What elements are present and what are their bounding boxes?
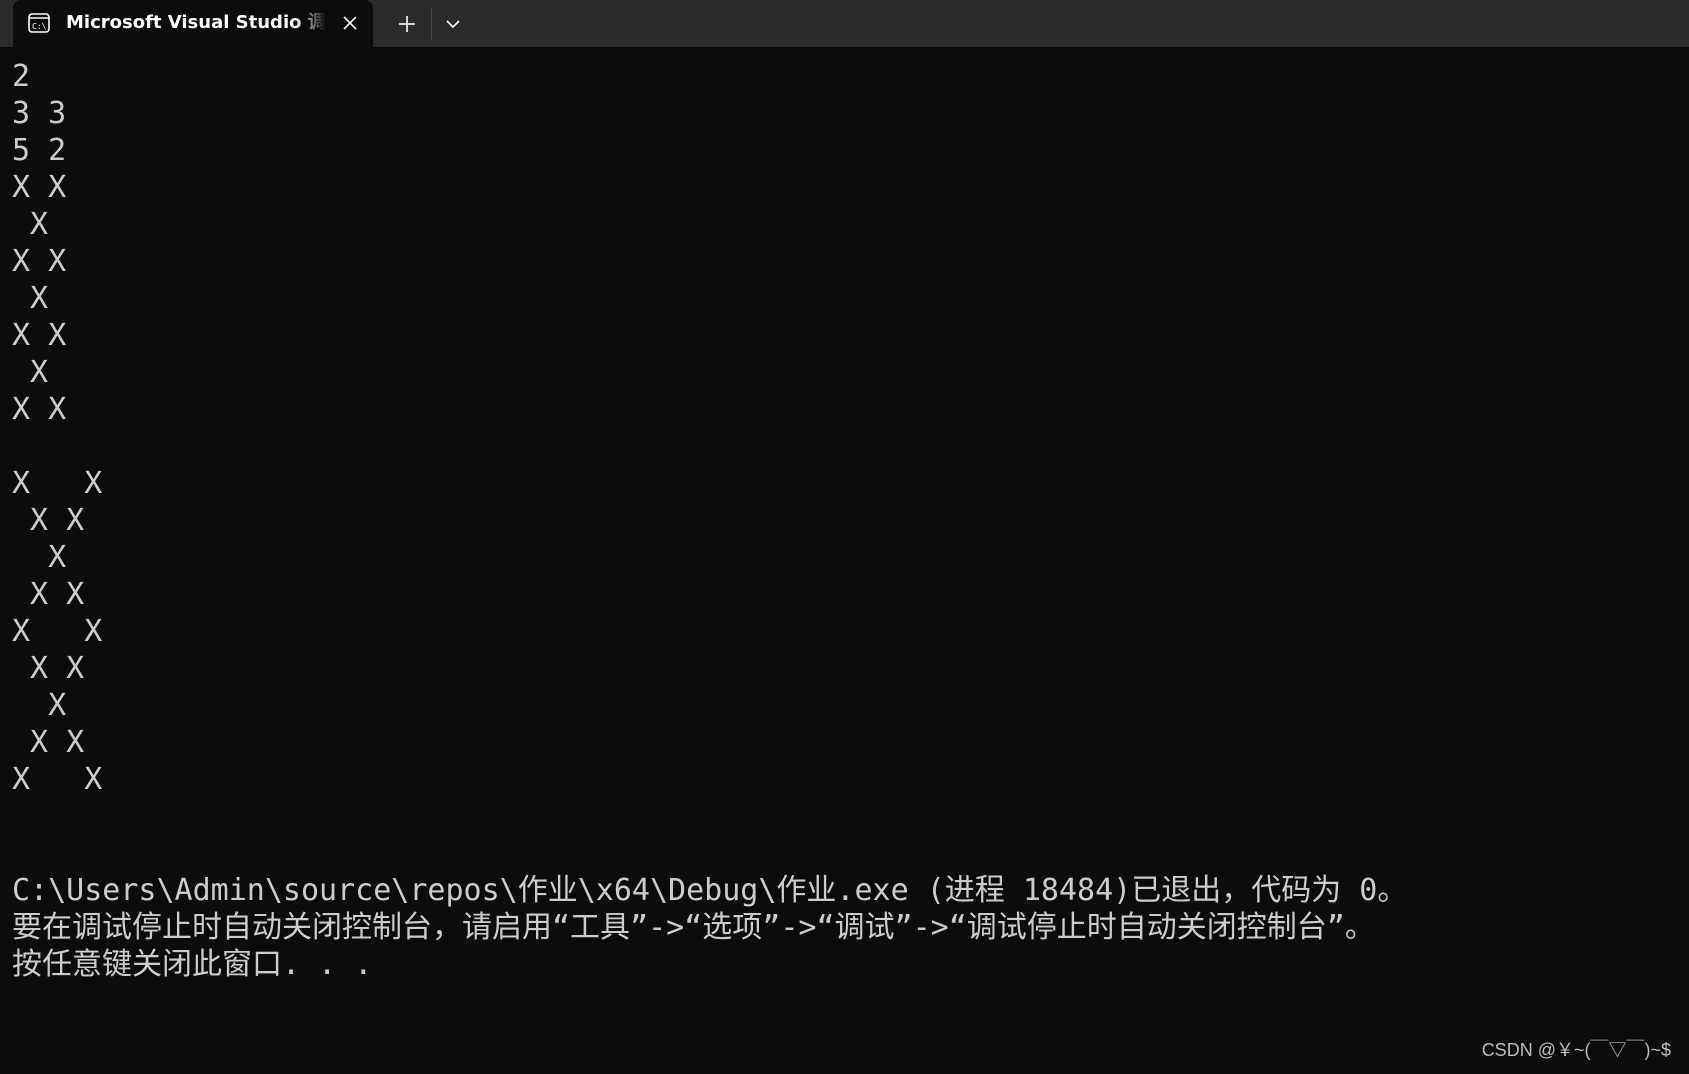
output-line: X — [12, 281, 49, 316]
plus-icon[interactable] — [394, 11, 420, 37]
tab-strip: C:\ Microsoft Visual Studio 调试控制台 — [0, 0, 1689, 47]
output-line: X X — [12, 762, 103, 797]
output-line: X — [12, 540, 67, 575]
output-line: X — [12, 688, 67, 723]
chevron-down-icon[interactable] — [442, 14, 464, 34]
output-line: X X — [12, 503, 85, 538]
hint-message: 要在调试停止时自动关闭控制台，请启用“工具”->“选项”->“调试”->“调试停… — [12, 910, 1375, 945]
output-line: 2 — [12, 59, 31, 94]
output-line: X X — [12, 614, 103, 649]
console-output[interactable]: 2 3 3 5 2 X X X X X X X X X X X X X X X … — [12, 58, 1672, 998]
tab-debug-console[interactable]: C:\ Microsoft Visual Studio 调试控制台 — [13, 0, 373, 47]
output-line: X X — [12, 466, 103, 501]
csdn-watermark: CSDN @￥~(￣▽￣)~$ — [1481, 1040, 1671, 1060]
tab-divider — [431, 8, 432, 40]
output-line: X — [12, 207, 49, 242]
press-key-message: 按任意键关闭此窗口. . . — [12, 947, 373, 982]
svg-text:C:\: C:\ — [32, 22, 47, 31]
blank-gap — [12, 798, 1672, 872]
console-icon: C:\ — [28, 13, 50, 33]
output-line: X X — [12, 318, 67, 353]
output-line: 5 2 — [12, 133, 67, 168]
output-line: X X — [12, 392, 67, 427]
output-line: X X — [12, 725, 85, 760]
output-line: X — [12, 355, 49, 390]
output-line: X X — [12, 244, 67, 279]
tab-title: Microsoft Visual Studio 调试控制台 — [66, 12, 326, 33]
exit-message: C:\Users\Admin\source\repos\作业\x64\Debug… — [12, 873, 1408, 908]
terminal-window: C:\ Microsoft Visual Studio 调试控制台 — [0, 0, 1689, 1074]
output-line: X X — [12, 577, 85, 612]
output-line: X X — [12, 170, 67, 205]
close-icon[interactable] — [340, 13, 360, 33]
output-line: 3 3 — [12, 96, 67, 131]
output-line: X X — [12, 651, 85, 686]
